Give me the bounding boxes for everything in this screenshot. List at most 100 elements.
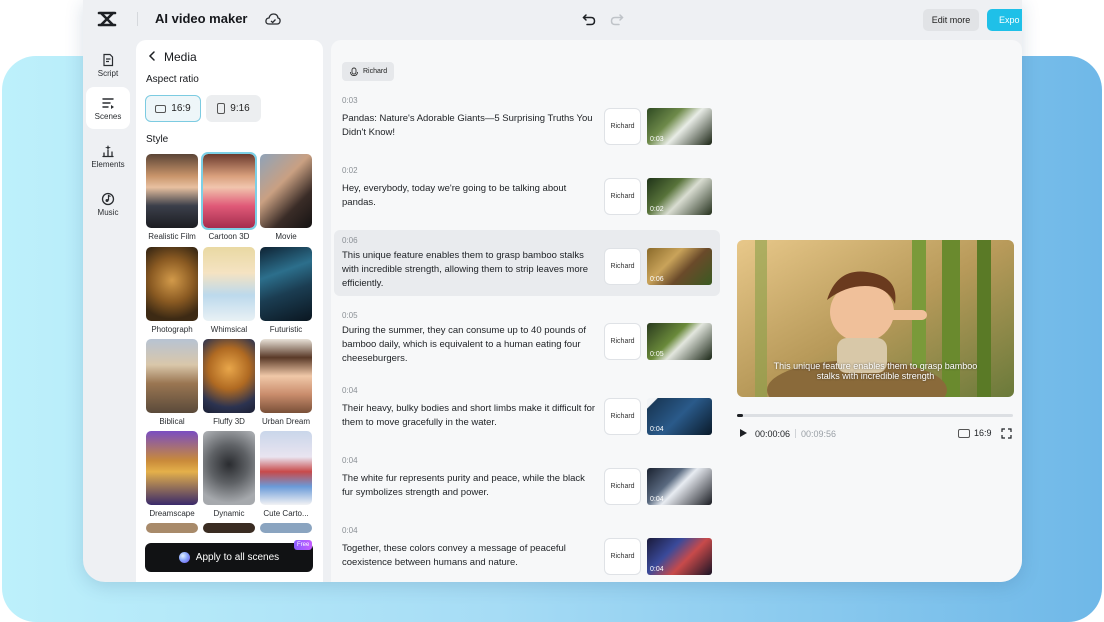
elements-icon: [101, 144, 115, 158]
chevron-left-icon[interactable]: [146, 50, 158, 62]
style-card-cute-cartoon[interactable]: Cute Carto...: [260, 431, 312, 518]
voice-icon: [349, 67, 359, 77]
style-card-movie[interactable]: Movie: [260, 154, 312, 241]
apply-to-all-scenes-button[interactable]: Apply to all scenes: [145, 543, 313, 572]
preview-ratio-button[interactable]: 16:9: [958, 428, 992, 438]
scene-text[interactable]: The white fur represents purity and peac…: [342, 472, 598, 500]
scene-text[interactable]: This unique feature enables them to gras…: [342, 249, 598, 291]
scene-voice-button[interactable]: Richard: [604, 538, 641, 575]
style-thumbnail: [260, 247, 312, 321]
playback-progress[interactable]: [737, 414, 1013, 417]
scene-thumbnail[interactable]: 0:04: [647, 398, 712, 435]
style-label-text: Biblical: [146, 417, 198, 426]
time-divider: [795, 429, 796, 438]
style-label-text: Fluffy 3D: [203, 417, 255, 426]
aspect-ratio-label: Aspect ratio: [146, 74, 199, 85]
scene-thumbnail[interactable]: 0:02: [647, 178, 712, 215]
style-label-text: Urban Dream: [260, 417, 312, 426]
script-icon: [101, 53, 115, 67]
play-icon[interactable]: [738, 428, 748, 438]
scene-row[interactable]: 0:04 The white fur represents purity and…: [334, 450, 720, 512]
thumb-duration: 0:06: [650, 276, 664, 283]
scene-text[interactable]: During the summer, they can consume up t…: [342, 324, 598, 366]
scene-thumbnail[interactable]: 0:06: [647, 248, 712, 285]
scene-thumbnail[interactable]: 0:04: [647, 538, 712, 575]
style-card-dreamscape[interactable]: Dreamscape: [146, 431, 198, 518]
scene-thumbnail[interactable]: 0:04: [647, 468, 712, 505]
thumb-duration: 0:03: [650, 136, 664, 143]
scene-text[interactable]: Their heavy, bulky bodies and short limb…: [342, 402, 598, 430]
scene-row[interactable]: 0:04 Together, these colors convey a mes…: [334, 520, 720, 582]
scene-voice-button[interactable]: Richard: [604, 398, 641, 435]
export-button[interactable]: Expo: [987, 9, 1022, 31]
style-label-text: Dynamic: [203, 509, 255, 518]
ratio-16-9-button[interactable]: 16:9: [145, 95, 201, 122]
scene-duration: 0:04: [342, 526, 358, 535]
style-card-urban-dream[interactable]: Urban Dream: [260, 339, 312, 426]
style-card-fluffy-3d[interactable]: Fluffy 3D: [203, 339, 255, 426]
rail-item-music[interactable]: Music: [86, 183, 130, 225]
scene-voice-button[interactable]: Richard: [604, 108, 641, 145]
scene-duration: 0:05: [342, 311, 358, 320]
style-card-partial[interactable]: [260, 523, 312, 533]
scene-row[interactable]: 0:05 During the summer, they can consume…: [334, 305, 720, 371]
style-thumbnail: [146, 247, 198, 321]
top-bar: AI video maker Edit more Expo: [83, 0, 1022, 38]
music-icon: [101, 192, 115, 206]
video-preview[interactable]: This unique feature enables them to gras…: [737, 240, 1014, 397]
style-card-dynamic[interactable]: Dynamic: [203, 431, 255, 518]
style-label: Style: [146, 134, 168, 145]
style-label-text: Realistic Film: [146, 232, 198, 241]
rail-item-elements[interactable]: Elements: [86, 135, 130, 177]
portrait-icon: [217, 103, 225, 114]
apply-label: Apply to all scenes: [196, 552, 279, 563]
undo-icon[interactable]: [581, 11, 597, 27]
scene-thumbnail[interactable]: 0:05: [647, 323, 712, 360]
scene-voice-button[interactable]: Richard: [604, 248, 641, 285]
scene-duration: 0:02: [342, 166, 358, 175]
style-thumbnail: [203, 154, 255, 228]
rail-item-script[interactable]: Script: [86, 44, 130, 86]
voice-name: Richard: [363, 68, 387, 75]
scene-row[interactable]: 0:04 Their heavy, bulky bodies and short…: [334, 380, 720, 442]
rail-item-scenes[interactable]: Scenes: [86, 87, 130, 129]
style-thumbnail: [260, 523, 312, 533]
style-card-partial[interactable]: [146, 523, 198, 533]
style-card-partial[interactable]: [203, 523, 255, 533]
scene-row[interactable]: 0:02 Hey, everybody, today we're going t…: [334, 160, 720, 222]
ratio-9-16-button[interactable]: 9:16: [206, 95, 261, 122]
ratio-label: 9:16: [230, 103, 249, 114]
edit-more-button[interactable]: Edit more: [923, 9, 979, 31]
style-thumbnail: [203, 247, 255, 321]
style-thumbnail: [146, 154, 198, 228]
scene-voice-button[interactable]: Richard: [604, 323, 641, 360]
style-card-biblical[interactable]: Biblical: [146, 339, 198, 426]
fullscreen-icon[interactable]: [1001, 428, 1012, 439]
style-thumbnail: [260, 154, 312, 228]
style-card-cartoon-3d[interactable]: Cartoon 3D: [203, 154, 255, 241]
thumb-duration: 0:02: [650, 206, 664, 213]
redo-icon[interactable]: [609, 11, 625, 27]
scene-row-selected[interactable]: 0:06 This unique feature enables them to…: [334, 230, 720, 296]
capcut-logo-icon[interactable]: [97, 10, 117, 28]
thumb-duration: 0:05: [650, 351, 664, 358]
progress-fill: [737, 414, 743, 417]
style-card-photograph[interactable]: Photograph: [146, 247, 198, 334]
style-thumbnail: [203, 431, 255, 505]
style-card-futuristic[interactable]: Futuristic: [260, 247, 312, 334]
thumb-duration: 0:04: [650, 426, 664, 433]
scene-text[interactable]: Pandas: Nature's Adorable Giants—5 Surpr…: [342, 112, 598, 140]
landscape-icon: [155, 105, 166, 113]
cloud-sync-icon[interactable]: [265, 12, 281, 26]
scene-voice-button[interactable]: Richard: [604, 468, 641, 505]
scene-voice-button[interactable]: Richard: [604, 178, 641, 215]
scene-text[interactable]: Hey, everybody, today we're going to be …: [342, 182, 598, 210]
scene-text[interactable]: Together, these colors convey a message …: [342, 542, 598, 570]
voice-selector-chip[interactable]: Richard: [342, 62, 394, 81]
thumb-duration: 0:04: [650, 496, 664, 503]
scene-thumbnail[interactable]: 0:03: [647, 108, 712, 145]
style-card-realistic-film[interactable]: Realistic Film: [146, 154, 198, 241]
style-card-whimsical[interactable]: Whimsical: [203, 247, 255, 334]
scene-row[interactable]: 0:03 Pandas: Nature's Adorable Giants—5 …: [334, 90, 720, 152]
panel-title: Media: [164, 50, 197, 64]
